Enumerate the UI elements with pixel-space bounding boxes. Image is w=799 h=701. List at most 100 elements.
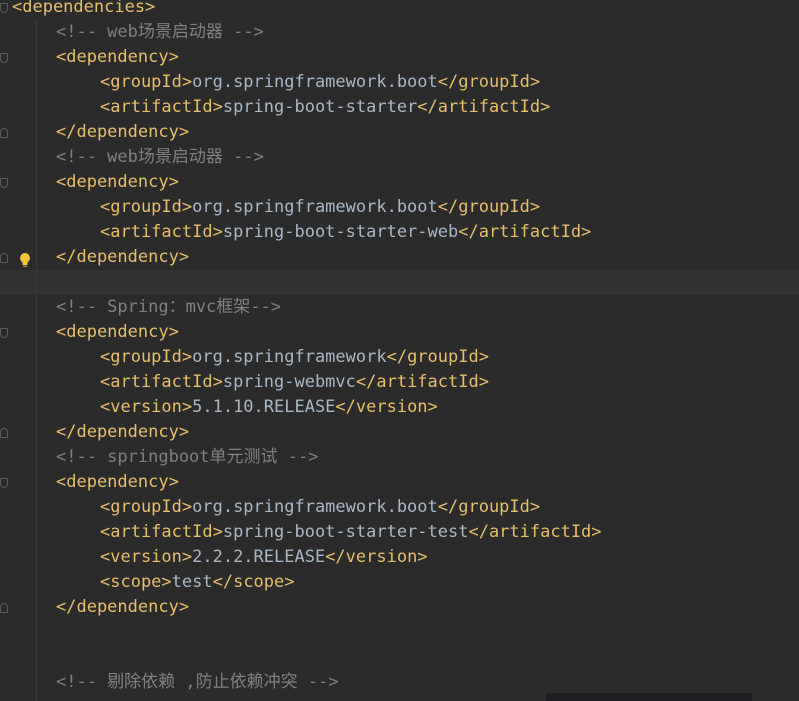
xml-text: org.springframework.boot: [192, 497, 438, 517]
code-line[interactable]: <!-- Spring：mvc框架-->: [0, 295, 799, 320]
fold-marker[interactable]: [0, 53, 8, 63]
code-line-content: <groupId>org.springframework.boot</group…: [100, 70, 540, 95]
code-line[interactable]: <groupId>org.springframework.boot</group…: [0, 70, 799, 95]
xml-tag: <artifactId>: [100, 97, 223, 117]
code-line[interactable]: <!-- web场景启动器 -->: [0, 145, 799, 170]
code-line[interactable]: <version>5.1.10.RELEASE</version>: [0, 395, 799, 420]
xml-text: test: [171, 572, 213, 592]
code-line[interactable]: <groupId>org.springframework.boot</group…: [0, 495, 799, 520]
tooltip-popup: [546, 693, 752, 701]
xml-tag: </groupId>: [437, 497, 541, 517]
code-line-content: <dependencies>: [12, 0, 155, 20]
code-line-content: <!-- Spring：mvc框架-->: [56, 295, 281, 320]
fold-end-marker[interactable]: [0, 428, 8, 438]
xml-tag: <artifactId>: [100, 222, 223, 242]
xml-tag: </dependency>: [56, 247, 190, 267]
xml-tag: </dependency>: [56, 597, 190, 617]
fold-end-marker[interactable]: [0, 128, 8, 138]
xml-tag: <dependencies>: [12, 0, 156, 17]
xml-tag: </artifactId>: [468, 522, 602, 542]
code-line-content: <dependency>: [56, 470, 179, 495]
fold-end-marker[interactable]: [0, 253, 8, 263]
fold-marker[interactable]: [0, 328, 8, 338]
code-line[interactable]: <!-- web场景启动器 -->: [0, 20, 799, 45]
code-line[interactable]: <artifactId>spring-boot-starter-web</art…: [0, 220, 799, 245]
code-line[interactable]: <artifactId>spring-webmvc</artifactId>: [0, 370, 799, 395]
code-line-content: </dependency>: [56, 245, 189, 270]
code-line-content: <groupId>org.springframework.boot</group…: [100, 195, 540, 220]
xml-tag: </groupId>: [437, 197, 541, 217]
code-line[interactable]: <version>2.2.2.RELEASE</version>: [0, 545, 799, 570]
code-line[interactable]: <dependencies>: [0, 0, 799, 20]
code-line-content: <groupId>org.springframework</groupId>: [100, 345, 489, 370]
code-line-content: <scope>test</scope>: [100, 570, 295, 595]
xml-tag: <version>: [100, 547, 193, 567]
code-line[interactable]: <groupId>org.springframework.boot</group…: [0, 195, 799, 220]
xml-tag: </groupId>: [386, 347, 489, 367]
xml-tag: <artifactId>: [100, 522, 223, 542]
code-line[interactable]: <!-- 剔除依赖 ,防止依赖冲突 -->: [0, 670, 799, 695]
code-line-content: <artifactId>spring-boot-starter-web</art…: [100, 220, 591, 245]
code-line[interactable]: <artifactId>spring-boot-starter</artifac…: [0, 95, 799, 120]
lightbulb-icon[interactable]: [18, 252, 32, 268]
fold-end-marker[interactable]: [0, 603, 8, 613]
code-line-content: </dependency>: [56, 595, 189, 620]
xml-text: 5.1.10.RELEASE: [192, 397, 336, 417]
code-line[interactable]: </dependency>: [0, 245, 799, 270]
fold-marker[interactable]: [0, 178, 8, 188]
xml-tag: <groupId>: [100, 72, 193, 92]
code-line[interactable]: [0, 645, 799, 670]
code-line[interactable]: <dependency>: [0, 470, 799, 495]
code-line-content: </dependency>: [56, 420, 189, 445]
code-line[interactable]: <scope>test</scope>: [0, 570, 799, 595]
code-line[interactable]: <dependency>: [0, 45, 799, 70]
code-line-content: <artifactId>spring-webmvc</artifactId>: [100, 370, 489, 395]
xml-tag: </version>: [335, 397, 438, 417]
code-line-content: <!-- web场景启动器 -->: [56, 145, 264, 170]
code-line[interactable]: <dependency>: [0, 320, 799, 345]
code-line-content: <!-- 剔除依赖 ,防止依赖冲突 -->: [56, 670, 339, 695]
code-line[interactable]: </dependency>: [0, 595, 799, 620]
xml-comment: <!-- web场景启动器 -->: [56, 22, 264, 42]
fold-marker[interactable]: [0, 478, 8, 488]
code-line[interactable]: [0, 620, 799, 645]
xml-text: spring-boot-starter: [222, 97, 418, 117]
code-line-content: <!-- web场景启动器 -->: [56, 20, 264, 45]
code-editor[interactable]: <dependencies> <!-- web场景启动器 --> <dependen…: [0, 0, 799, 701]
xml-tag: </artifactId>: [417, 97, 551, 117]
xml-tag: <scope>: [100, 572, 172, 592]
xml-tag: </groupId>: [437, 72, 541, 92]
xml-text: org.springframework.boot: [192, 72, 438, 92]
code-line-content: <version>5.1.10.RELEASE</version>: [100, 395, 438, 420]
code-line-content: <groupId>org.springframework.boot</group…: [100, 495, 540, 520]
xml-tag: </version>: [325, 547, 428, 567]
xml-tag: <dependency>: [56, 172, 179, 192]
code-line[interactable]: <groupId>org.springframework</groupId>: [0, 345, 799, 370]
code-line[interactable]: </dependency>: [0, 420, 799, 445]
code-line-content: <version>2.2.2.RELEASE</version>: [100, 545, 428, 570]
code-line-content: <dependency>: [56, 320, 179, 345]
xml-tag: </artifactId>: [458, 222, 592, 242]
code-line[interactable]: </dependency>: [0, 120, 799, 145]
xml-tag: <dependency>: [56, 322, 179, 342]
xml-comment: <!-- springboot单元测试 -->: [56, 447, 319, 467]
indent-guide: [36, 20, 37, 701]
xml-comment: <!-- Spring：mvc框架-->: [56, 297, 281, 317]
code-line-content: <artifactId>spring-boot-starter</artifac…: [100, 95, 550, 120]
xml-comment: <!-- web场景启动器 -->: [56, 147, 264, 167]
xml-text: spring-boot-starter-web: [222, 222, 459, 242]
xml-tag: <artifactId>: [100, 372, 223, 392]
code-line-content: <artifactId>spring-boot-starter-test</ar…: [100, 520, 602, 545]
xml-tag: <dependency>: [56, 472, 179, 492]
fold-marker[interactable]: [0, 3, 8, 13]
code-line[interactable]: <dependency>: [0, 170, 799, 195]
xml-text: spring-boot-starter-test: [222, 522, 469, 542]
code-line[interactable]: <!-- springboot单元测试 -->: [0, 445, 799, 470]
xml-tag: </dependency>: [56, 122, 190, 142]
code-line[interactable]: [0, 270, 799, 295]
code-line-content: <dependency>: [56, 45, 179, 70]
code-line[interactable]: <artifactId>spring-boot-starter-test</ar…: [0, 520, 799, 545]
code-line-content: </dependency>: [56, 120, 189, 145]
xml-tag: <dependency>: [56, 47, 179, 67]
xml-tag: </dependency>: [56, 422, 190, 442]
